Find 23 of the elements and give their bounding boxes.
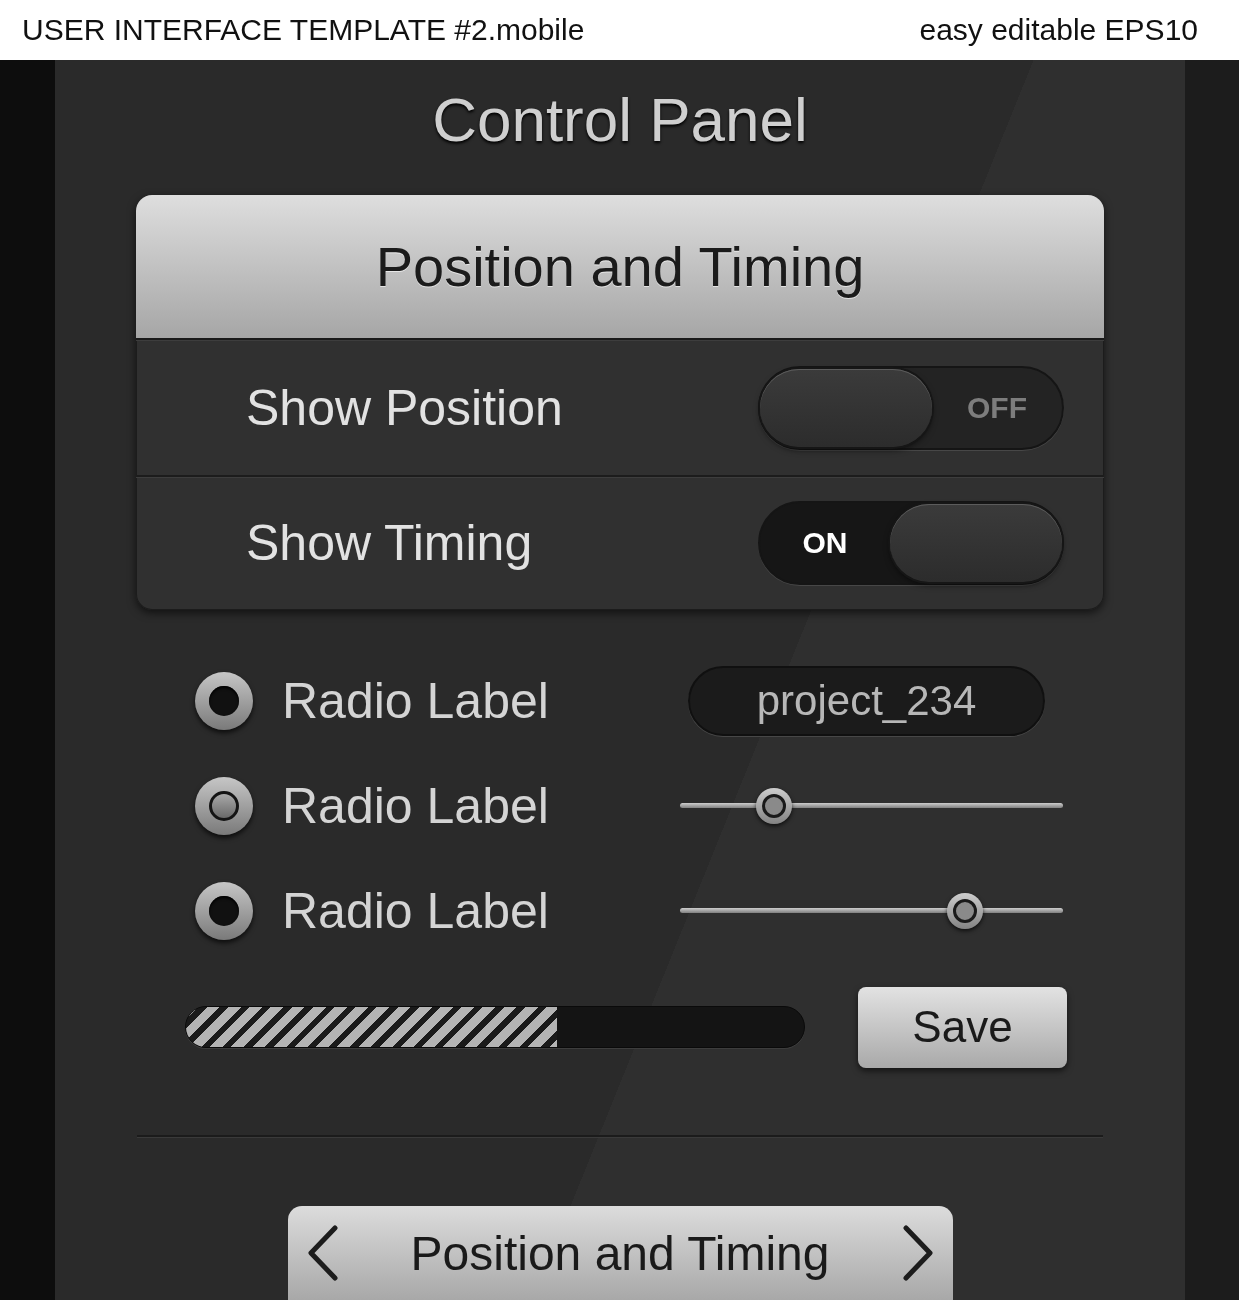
slider-thumb[interactable] bbox=[756, 787, 793, 824]
text-field[interactable]: project_234 bbox=[688, 665, 1045, 736]
toggle-label: Show Timing bbox=[246, 514, 533, 573]
template-title: USER INTERFACE TEMPLATE #2.mobile bbox=[22, 13, 585, 47]
nav-title: Position and Timing bbox=[410, 1225, 830, 1281]
slider-track[interactable] bbox=[680, 787, 1063, 824]
slider-track[interactable] bbox=[680, 892, 1063, 929]
card-title: Position and Timing bbox=[375, 234, 865, 299]
radio-button[interactable] bbox=[195, 776, 253, 835]
header-note: easy editable EPS10 bbox=[919, 13, 1198, 47]
chevron-right-icon[interactable] bbox=[900, 1225, 935, 1281]
radio-label: Radio Label bbox=[282, 776, 549, 835]
radio-button[interactable] bbox=[195, 881, 253, 940]
radio-label: Radio Label bbox=[282, 881, 549, 940]
toggle-label: Show Position bbox=[246, 378, 563, 437]
slider-thumb[interactable] bbox=[947, 892, 984, 929]
radio-label: Radio Label bbox=[282, 671, 549, 730]
toggle-switch[interactable]: ON bbox=[758, 501, 1064, 586]
chevron-left-icon[interactable] bbox=[305, 1225, 340, 1281]
save-button[interactable]: Save bbox=[858, 986, 1067, 1068]
radio-button[interactable] bbox=[195, 671, 253, 730]
panel-title: Control Panel bbox=[432, 84, 808, 156]
toggle-switch[interactable]: OFF bbox=[758, 365, 1064, 450]
